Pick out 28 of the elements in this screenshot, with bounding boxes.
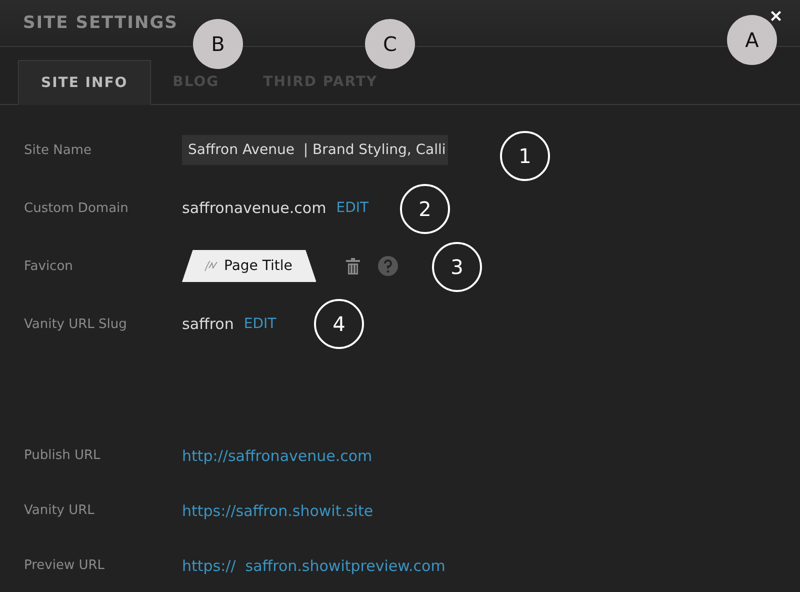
setting-label: Favicon: [24, 258, 74, 274]
url-label: Publish URL: [24, 448, 102, 463]
callout-marker: A: [727, 15, 777, 65]
callout-marker: C: [365, 19, 415, 69]
callout-marker: 2: [400, 184, 450, 234]
edit-link[interactable]: EDIT: [336, 200, 369, 216]
callout-marker: B: [193, 19, 243, 69]
signature-icon: [204, 260, 218, 272]
window-title: SITE SETTINGS: [23, 13, 178, 33]
trash-icon[interactable]: [346, 258, 360, 274]
site-name-field[interactable]: Saffron Avenue | Brand Styling, Calli: [182, 135, 448, 165]
callout-marker: 3: [432, 242, 482, 292]
callout-marker: 1: [500, 131, 550, 181]
setting-value: saffron: [182, 315, 234, 333]
url-link[interactable]: http://saffronavenue.com: [182, 446, 372, 464]
favicon-preview: Page Title: [182, 250, 316, 282]
url-link[interactable]: https://saffron.showit.site: [182, 502, 374, 520]
setting-label: Site Name: [24, 142, 92, 158]
close-icon[interactable]: [771, 11, 781, 21]
setting-label: Vanity URL Slug: [24, 316, 128, 332]
url-label: Preview URL: [24, 558, 106, 573]
callout-marker: 4: [314, 299, 364, 349]
url-link[interactable]: https:// saffron.showitpreview.com: [182, 556, 446, 574]
setting-value: saffronavenue.com: [182, 199, 326, 217]
tab[interactable]: SITE INFO: [18, 60, 151, 105]
setting-label: Custom Domain: [24, 200, 130, 216]
edit-link[interactable]: EDIT: [244, 316, 276, 332]
url-label: Vanity URL: [24, 503, 96, 518]
